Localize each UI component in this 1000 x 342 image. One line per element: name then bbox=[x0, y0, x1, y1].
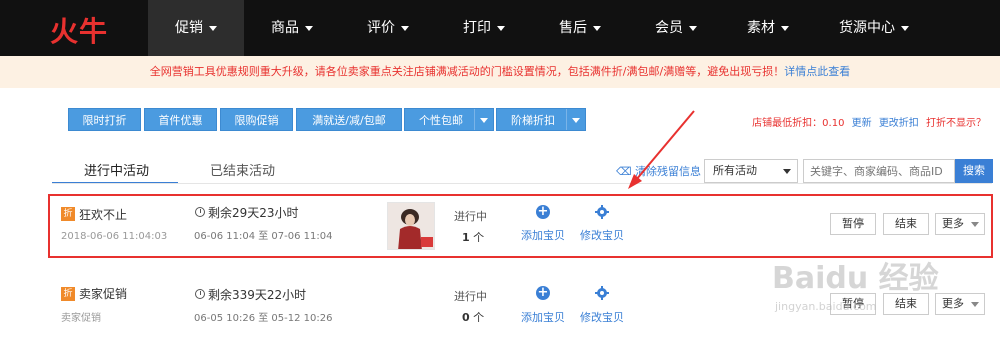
item-count-value: 1 bbox=[462, 231, 470, 244]
discount-badge: 折 bbox=[61, 207, 75, 221]
chevron-down-icon bbox=[971, 222, 979, 227]
item-count-unit: 个 bbox=[473, 231, 485, 244]
item-count: 0 个 bbox=[462, 309, 484, 325]
item-count-value: 0 bbox=[462, 311, 470, 324]
add-items-link[interactable]: 添加宝贝 bbox=[521, 227, 565, 243]
activity-status: 进行中 bbox=[454, 210, 487, 223]
more-dropdown[interactable]: 更多 bbox=[935, 213, 985, 235]
pause-button[interactable]: 暂停 bbox=[830, 213, 876, 235]
more-dropdown[interactable]: 更多 bbox=[935, 293, 985, 315]
chevron-down-icon bbox=[971, 302, 979, 307]
clock-icon bbox=[195, 207, 205, 217]
add-icon[interactable]: + bbox=[536, 205, 550, 219]
edit-items-link[interactable]: 修改宝贝 bbox=[580, 227, 624, 243]
discount-badge: 折 bbox=[61, 287, 75, 301]
activity-period: 06-05 10:26 至 05-12 10:26 bbox=[194, 313, 333, 324]
add-icon[interactable]: + bbox=[536, 286, 550, 300]
time-remaining: 剩余339天22小时 bbox=[208, 288, 307, 302]
product-thumbnail[interactable] bbox=[387, 202, 435, 250]
end-button[interactable]: 结束 bbox=[883, 213, 929, 235]
gear-icon[interactable] bbox=[595, 286, 609, 300]
baidu-watermark: Baidu 经验 bbox=[772, 261, 939, 296]
activity-subtitle: 卖家促销 bbox=[61, 313, 101, 324]
activity-created-date: 2018-06-06 11:04:03 bbox=[61, 231, 168, 242]
add-items-link[interactable]: 添加宝贝 bbox=[521, 309, 565, 325]
item-count: 1 个 bbox=[462, 229, 484, 245]
baidu-watermark-url: jingyan.baidu.com bbox=[775, 300, 877, 313]
edit-items-link[interactable]: 修改宝贝 bbox=[580, 309, 624, 325]
activity-title[interactable]: 狂欢不止 bbox=[79, 206, 127, 223]
item-count-unit: 个 bbox=[473, 311, 485, 324]
time-remaining: 剩余29天23小时 bbox=[208, 206, 299, 220]
product-image bbox=[388, 203, 434, 249]
more-label: 更多 bbox=[942, 217, 964, 230]
activity-period: 06-06 11:04 至 07-06 11:04 bbox=[194, 231, 333, 242]
activity-title[interactable]: 卖家促销 bbox=[79, 285, 127, 302]
clock-icon bbox=[195, 289, 205, 299]
arrow-shaft bbox=[635, 110, 695, 181]
more-label: 更多 bbox=[942, 297, 964, 310]
activity-status: 进行中 bbox=[454, 290, 487, 303]
gear-icon[interactable] bbox=[595, 205, 609, 219]
